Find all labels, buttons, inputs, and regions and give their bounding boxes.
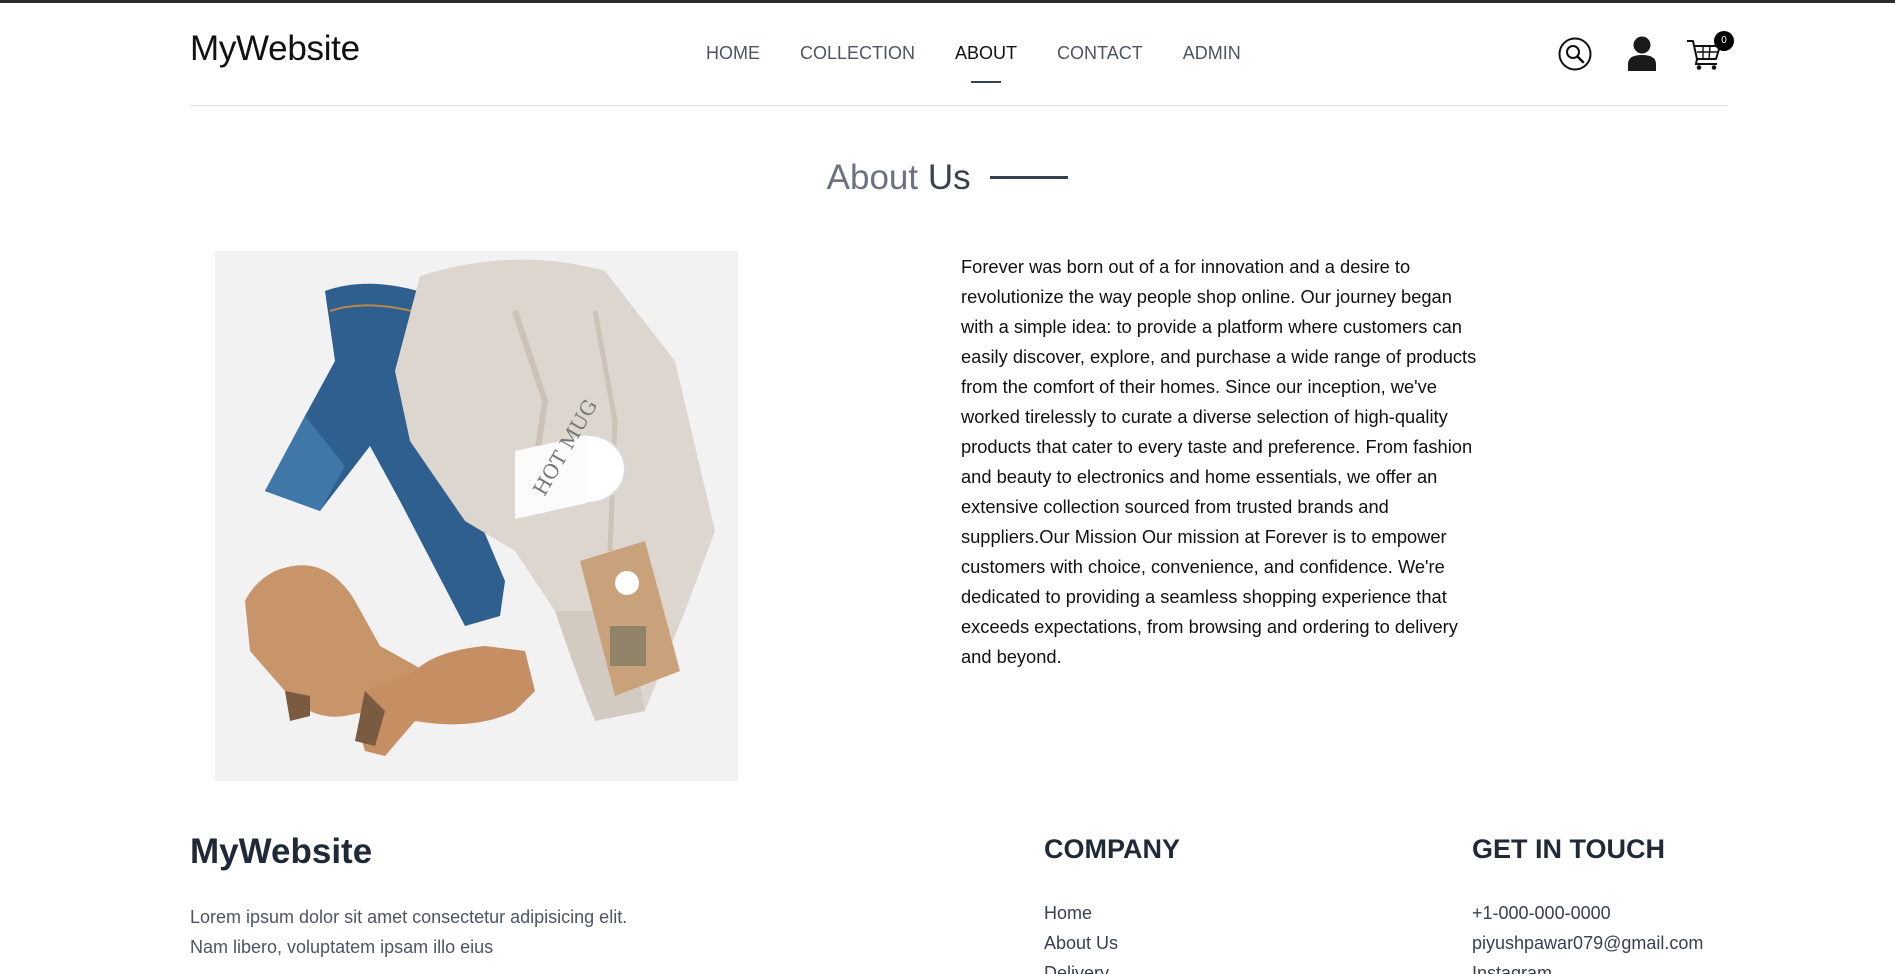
- footer-link-delivery[interactable]: Delivery: [1044, 958, 1118, 974]
- nav-admin[interactable]: ADMIN: [1183, 43, 1241, 64]
- nav-about[interactable]: ABOUT: [955, 43, 1017, 64]
- title-about: About: [826, 158, 919, 197]
- about-body-text: Forever was born out of a for innovation…: [961, 256, 1477, 667]
- nav-collection[interactable]: COLLECTION: [800, 43, 915, 64]
- footer-contact-title: GET IN TOUCH: [1472, 834, 1666, 864]
- nav-contact[interactable]: CONTACT: [1057, 43, 1143, 64]
- site-logo[interactable]: MyWebsite: [190, 29, 360, 69]
- footer-company-title: COMPANY: [1044, 834, 1181, 864]
- header-icons: 0: [1558, 31, 1734, 75]
- footer-contact-list: +1-000-000-0000 piyushpawar079@gmail.com…: [1472, 898, 1703, 974]
- user-icon[interactable]: [1627, 35, 1657, 71]
- title-underline: [990, 176, 1069, 180]
- footer-contact-email[interactable]: piyushpawar079@gmail.com: [1472, 928, 1703, 958]
- search-icon[interactable]: [1558, 37, 1592, 71]
- cart-count-badge: 0: [1714, 31, 1734, 51]
- page-title: About Us: [0, 158, 1895, 198]
- footer-link-about-us[interactable]: About Us: [1044, 928, 1118, 958]
- clothing-flatlay-illustration: HOT MUG: [215, 251, 738, 781]
- site-header: MyWebsite HOME COLLECTION ABOUT CONTACT …: [190, 3, 1734, 106]
- footer-link-home[interactable]: Home: [1044, 898, 1118, 928]
- footer-description: Lorem ipsum dolor sit amet consectetur a…: [190, 907, 628, 957]
- about-image: HOT MUG: [215, 251, 738, 781]
- footer-logo[interactable]: MyWebsite: [190, 832, 372, 872]
- footer-company-links: Home About Us Delivery: [1044, 898, 1118, 974]
- footer-contact-instagram[interactable]: Instagram: [1472, 958, 1703, 974]
- main-nav: HOME COLLECTION ABOUT CONTACT ADMIN: [706, 43, 1281, 64]
- title-us: Us: [927, 158, 971, 197]
- nav-home[interactable]: HOME: [706, 43, 760, 64]
- footer-contact-phone[interactable]: +1-000-000-0000: [1472, 898, 1703, 928]
